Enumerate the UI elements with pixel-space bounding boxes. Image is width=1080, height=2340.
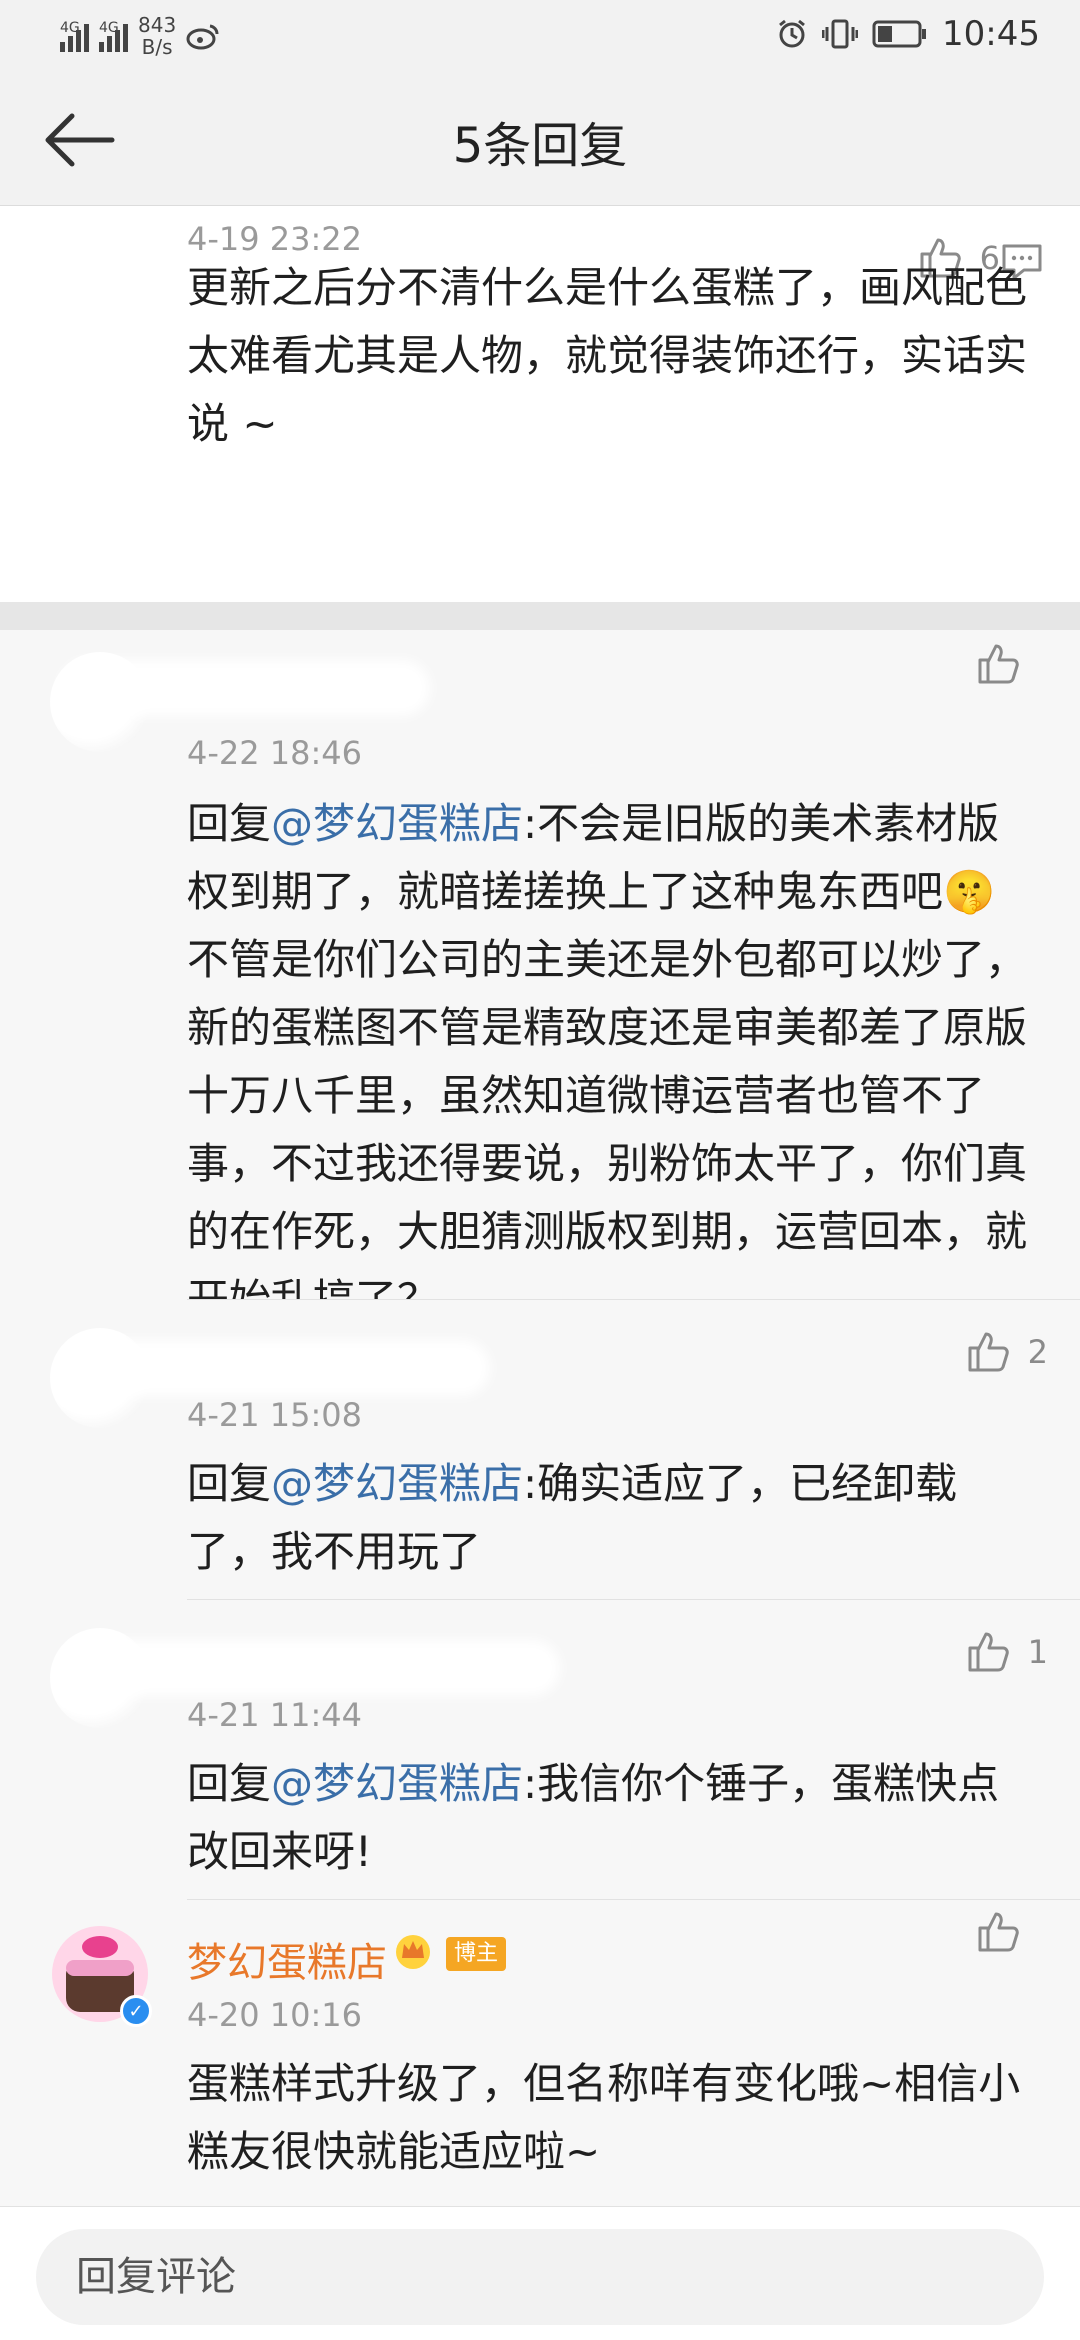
crown-icon bbox=[396, 1935, 430, 1969]
thumbs-up-icon bbox=[968, 1332, 1009, 1372]
reply-prefix: 回复 bbox=[187, 1459, 272, 1508]
username-blurred bbox=[60, 1640, 560, 1696]
comment-text: 更新之后分不清什么是什么蛋糕了，画风配色太难看尤其是人物，就觉得装饰还行，实话实… bbox=[187, 263, 1028, 448]
thumbs-up-icon bbox=[978, 1912, 1019, 1952]
thumbs-up-icon bbox=[978, 644, 1019, 684]
reply-text: 蛋糕样式升级了，但名称咩有变化哦~相信小糕友很快就能适应啦~ bbox=[187, 2059, 1021, 2176]
verified-icon: ✓ bbox=[120, 1995, 152, 2027]
reply-body: :不会是旧版的美术素材版权到期了，就暗搓搓换上了这种鬼东西吧🤫不管是你们公司的主… bbox=[187, 799, 1028, 1324]
like-button[interactable]: 1 bbox=[966, 1630, 1048, 1674]
network-speed-unit: B/s bbox=[141, 35, 173, 59]
reply-bar: 回复评论 bbox=[0, 2206, 1080, 2340]
network-speed: 843 B/s bbox=[138, 14, 176, 58]
owner-badge: 博主 bbox=[446, 1937, 507, 1971]
reply-text: 回复@梦幻蛋糕店:确实适应了，已经卸载了，我不用玩了 bbox=[187, 1450, 1037, 1586]
reply-input[interactable]: 回复评论 bbox=[36, 2229, 1044, 2325]
signal-icon-2: 4G bbox=[99, 20, 128, 52]
reply-time: 4-21 11:44 bbox=[187, 1696, 363, 1734]
owner-name[interactable]: 梦幻蛋糕店 bbox=[187, 1930, 387, 1988]
mention-link[interactable]: @梦幻蛋糕店 bbox=[271, 1459, 523, 1508]
mention-link[interactable]: @梦幻蛋糕店 bbox=[271, 1759, 523, 1808]
like-button[interactable]: 2 bbox=[966, 1330, 1048, 1374]
like-count: 2 bbox=[1027, 1333, 1048, 1371]
reply-item: 2 4-21 15:08 回复@梦幻蛋糕店:确实适应了，已经卸载了，我不用玩了 bbox=[0, 1300, 1080, 1600]
signal-icon: 4G bbox=[60, 20, 89, 52]
network-speed-value: 843 bbox=[138, 13, 177, 37]
avatar[interactable] bbox=[34, 250, 134, 350]
like-button[interactable] bbox=[976, 642, 1038, 686]
status-right: 10:45 bbox=[776, 14, 1040, 54]
vibrate-icon bbox=[822, 19, 859, 49]
page-title: 5条回复 bbox=[452, 118, 628, 174]
alarm-icon bbox=[779, 19, 805, 48]
reply-item: 1 4-21 11:44 回复@梦幻蛋糕店:我信你个锤子，蛋糕快点改回来呀! bbox=[0, 1600, 1080, 1900]
like-button[interactable] bbox=[976, 1910, 1038, 1954]
mention-link[interactable]: @梦幻蛋糕店 bbox=[271, 799, 523, 848]
reply-time: 4-22 18:46 bbox=[187, 734, 363, 772]
battery-icon bbox=[872, 20, 927, 48]
reply-time: 4-21 15:08 bbox=[187, 1396, 363, 1434]
status-bar: 4G 4G 843 B/s 10:45 bbox=[0, 0, 1080, 72]
signal-label-2: 4G bbox=[99, 20, 119, 36]
username-blurred bbox=[60, 660, 430, 716]
bow-image bbox=[82, 1936, 118, 1958]
reply-time: 4-20 10:16 bbox=[187, 1996, 363, 2034]
weibo-icon bbox=[186, 24, 219, 50]
reply-text: 回复@梦幻蛋糕店:我信你个锤子，蛋糕快点改回来呀! bbox=[187, 1750, 1037, 1886]
reply-item: 4-22 18:46 回复@梦幻蛋糕店:不会是旧版的美术素材版权到期了，就暗搓搓… bbox=[0, 630, 1080, 1324]
reply-text: 回复@梦幻蛋糕店:不会是旧版的美术素材版权到期了，就暗搓搓换上了这种鬼东西吧🤫不… bbox=[187, 790, 1037, 1334]
clock: 10:45 bbox=[942, 14, 1040, 54]
username-blurred bbox=[60, 1340, 490, 1396]
like-count: 1 bbox=[1027, 1633, 1048, 1671]
comment-time: 4-19 23:22 bbox=[187, 220, 363, 258]
reply-prefix: 回复 bbox=[187, 799, 272, 848]
signal-label: 4G bbox=[60, 20, 80, 36]
main-comment: 6 4-19 23:22 更新之后分不清什么是什么蛋糕了，画风配色太难看尤其是人… bbox=[0, 206, 1080, 602]
nav-header: 5条回复 bbox=[0, 72, 1080, 206]
thumbs-up-icon bbox=[968, 1632, 1009, 1672]
reply-prefix: 回复 bbox=[187, 1759, 272, 1808]
section-divider bbox=[0, 602, 1080, 630]
status-left: 4G 4G 843 B/s bbox=[60, 14, 220, 58]
